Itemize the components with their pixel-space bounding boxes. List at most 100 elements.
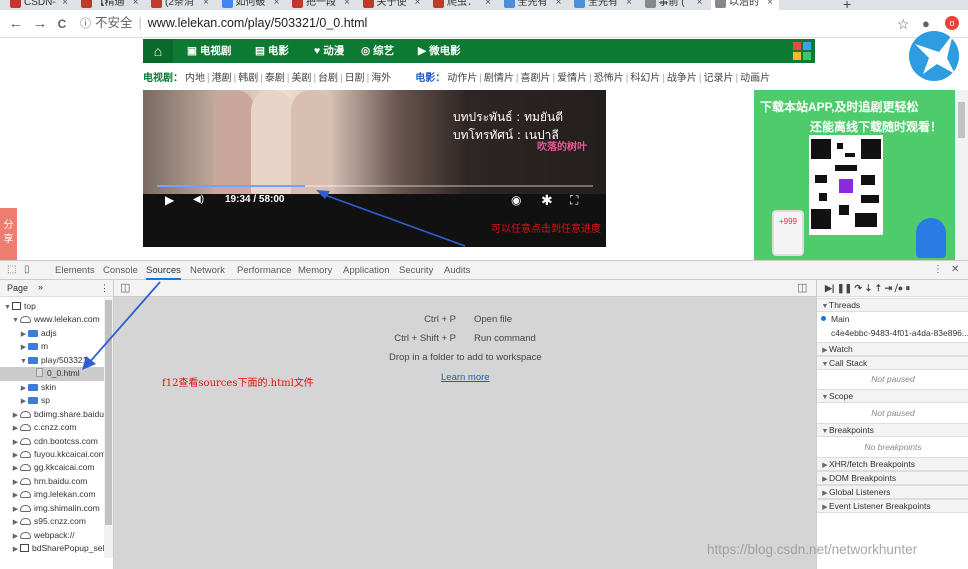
tree-expand-arrow-icon[interactable]: ▶ <box>11 476 20 488</box>
tree-expand-arrow-icon[interactable]: ▶ <box>19 382 28 394</box>
source-tree-item[interactable]: ▶ bdimg.share.baidu. <box>0 408 104 421</box>
devtools-tab[interactable]: Network <box>190 261 225 280</box>
devtools-tab[interactable]: Memory <box>298 261 332 280</box>
site-nav-item[interactable]: ♥ 动漫 <box>314 39 344 63</box>
subnav-movie-link[interactable]: 记录片 <box>704 73 734 84</box>
tree-expand-arrow-icon[interactable]: ▶ <box>11 503 20 515</box>
navigator-scrollbar-thumb[interactable] <box>105 300 112 525</box>
subnav-movie-link[interactable]: 爱情片 <box>557 73 587 84</box>
tab-close-icon[interactable]: × <box>556 0 562 10</box>
subnav-tv-link[interactable]: 港剧 <box>212 73 232 84</box>
subnav-tv-link[interactable]: 海外 <box>371 73 391 84</box>
source-tree-item[interactable]: ▶ hm.baidu.com <box>0 475 104 488</box>
source-tree-item[interactable]: ▶ img.lelekan.com <box>0 488 104 501</box>
site-nav-item[interactable]: ▤ 电影 <box>255 39 289 63</box>
navigator-more-tabs-icon[interactable]: » <box>38 280 43 295</box>
security-info-icon[interactable]: ⓘ <box>80 18 91 30</box>
subnav-tv-link[interactable]: 台剧 <box>318 73 338 84</box>
learn-more-link[interactable]: Learn more <box>441 372 490 383</box>
screenshot-camera-icon[interactable]: ◉ <box>511 191 521 209</box>
site-nav-item[interactable]: ▣ 电视剧 <box>187 39 231 63</box>
play-icon[interactable]: ▶ <box>165 191 174 209</box>
source-tree-item[interactable]: ▶ s95.cnzz.com <box>0 515 104 528</box>
tab-close-icon[interactable]: × <box>133 0 139 10</box>
url-text[interactable]: www.lelekan.com/play/503321/0_0.html <box>148 16 368 30</box>
tree-expand-arrow-icon[interactable]: ▼ <box>3 301 12 313</box>
devtools-tab[interactable]: Security <box>399 261 433 280</box>
source-tree-item[interactable]: ▶ sp <box>0 394 104 407</box>
devtools-tab[interactable]: Sources <box>146 261 181 280</box>
subnav-tv-link[interactable]: 美剧 <box>291 73 311 84</box>
tab-close-icon[interactable]: × <box>344 0 350 10</box>
forward-icon[interactable]: → <box>30 14 50 34</box>
source-tree-item[interactable]: ▶ img.shimalin.com <box>0 502 104 515</box>
tree-expand-arrow-icon[interactable]: ▶ <box>11 462 20 474</box>
back-icon[interactable]: ← <box>6 14 26 34</box>
tree-expand-arrow-icon[interactable]: ▶ <box>11 422 20 434</box>
source-tree-item[interactable]: ▼ www.lelekan.com <box>0 313 104 326</box>
tree-expand-arrow-icon[interactable]: ▶ <box>19 395 28 407</box>
tree-expand-arrow-icon[interactable]: ▼ <box>19 355 28 367</box>
site-nav-item[interactable]: ▶ 微电影 <box>418 39 461 63</box>
source-tree-item[interactable]: ▶ c.cnzz.com <box>0 421 104 434</box>
devtools-close-icon[interactable]: ✕ <box>951 264 959 275</box>
subnav-tv-category[interactable]: 电视剧： <box>143 73 183 84</box>
subnav-tv-link[interactable]: 韩剧 <box>238 73 258 84</box>
debugger-section-header[interactable]: ▼Breakpoints <box>817 423 968 437</box>
debugger-section-header[interactable]: ▶Global Listeners <box>817 485 968 499</box>
subnav-tv-link[interactable]: 内地 <box>185 73 205 84</box>
tab-close-icon[interactable]: × <box>62 0 68 10</box>
device-toolbar-icon[interactable]: ▯ <box>24 264 30 275</box>
source-tree-item[interactable]: ▶ gg.kkcaicai.com <box>0 461 104 474</box>
subnav-movie-category[interactable]: 电影： <box>415 73 445 84</box>
debugger-section-header[interactable]: ▼Call Stack <box>817 356 968 370</box>
source-tree-item[interactable]: ▶ m <box>0 340 104 353</box>
browser-tab[interactable]: 全先有 × <box>500 0 568 10</box>
subnav-movie-link[interactable]: 剧情片 <box>484 73 514 84</box>
debugger-section-header[interactable]: ▶XHR/fetch Breakpoints <box>817 457 968 471</box>
inspect-element-icon[interactable]: ⬚ <box>7 264 16 275</box>
tree-expand-arrow-icon[interactable]: ▼ <box>11 314 20 326</box>
section-toggle-arrow-icon[interactable]: ▼ <box>821 301 829 313</box>
tree-expand-arrow-icon[interactable]: ▶ <box>11 543 20 555</box>
tree-expand-arrow-icon[interactable]: ▶ <box>11 489 20 501</box>
browser-tab[interactable]: 事前 (× <box>641 0 709 10</box>
source-tree-item[interactable]: ▶ adjs <box>0 327 104 340</box>
debugger-section-header[interactable]: ▼Scope <box>817 389 968 403</box>
source-tree-item[interactable]: ▶ cdn.bootcss.com <box>0 435 104 448</box>
subnav-tv-link[interactable]: 泰剧 <box>265 73 285 84</box>
navigator-menu-icon[interactable]: ⋮ <box>100 280 109 296</box>
tree-expand-arrow-icon[interactable]: ▶ <box>19 341 28 353</box>
thread-main[interactable]: Main <box>821 314 849 324</box>
source-tree-item[interactable]: 0_0.html <box>0 367 104 381</box>
tree-expand-arrow-icon[interactable]: ▶ <box>11 436 20 448</box>
debugger-section-header[interactable]: ▶Event Listener Breakpoints <box>817 499 968 513</box>
tree-expand-arrow-icon[interactable]: ▶ <box>11 449 20 461</box>
section-toggle-arrow-icon[interactable]: ▼ <box>821 392 829 404</box>
home-icon[interactable]: ⌂ <box>143 39 173 63</box>
toggle-navigator-icon[interactable]: ◫ <box>120 281 130 294</box>
tab-close-icon[interactable]: × <box>626 0 632 10</box>
subnav-movie-link[interactable]: 动画片 <box>740 73 770 84</box>
source-tree-item[interactable]: ▼ top <box>0 300 104 313</box>
subnav-movie-link[interactable]: 科幻片 <box>630 73 660 84</box>
debugger-control-icons[interactable]: ▶| ❚❚ ↷ ⇣ ⇡ ⇥ ⧸● ⏸ <box>825 280 910 296</box>
volume-icon[interactable]: ◀) <box>193 191 204 209</box>
app-download-ad[interactable]: 下载本站APP,及时追剧更轻松 还能离线下载随时观看！ +999 <box>754 90 955 260</box>
source-tree-item[interactable]: ▶ webpack:// <box>0 529 104 542</box>
toggle-debugger-icon[interactable]: ◫ <box>797 281 807 294</box>
source-tree-item[interactable]: ▼ play/503321 <box>0 354 104 367</box>
tab-close-icon[interactable]: × <box>697 0 703 10</box>
subnav-movie-link[interactable]: 战争片 <box>667 73 697 84</box>
app-bird-logo-icon[interactable] <box>909 28 959 84</box>
tab-close-icon[interactable]: × <box>415 0 421 10</box>
navigator-scrollbar[interactable] <box>104 298 113 558</box>
browser-tab[interactable]: 关于使 × <box>359 0 427 10</box>
video-progress-bar[interactable] <box>157 185 593 187</box>
debugger-section-header[interactable]: ▶Watch <box>817 342 968 356</box>
browser-tab[interactable]: 全先有 × <box>570 0 638 10</box>
video-frame[interactable]: บทประพันธ์ : ทมยันตี บทโทรทัศน์ : เนปาลี… <box>143 90 606 194</box>
browser-tab[interactable]: 以治的 × <box>711 0 779 10</box>
subnav-movie-link[interactable]: 动作片 <box>447 73 477 84</box>
browser-tab[interactable]: 爬虫： × <box>429 0 497 10</box>
